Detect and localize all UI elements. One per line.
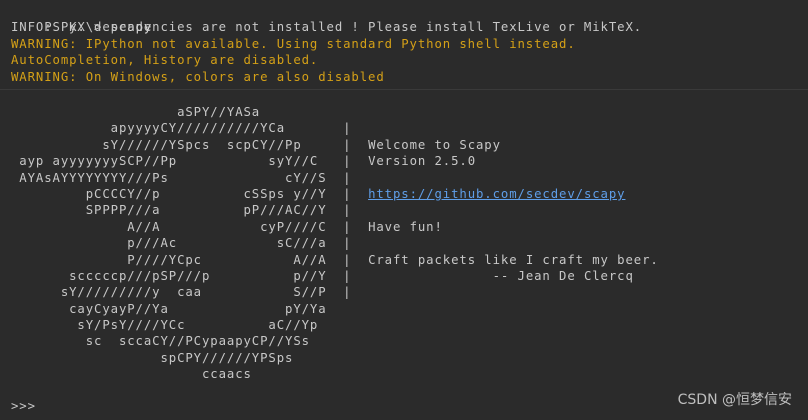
banner-art: sY/////////y caa S//P bbox=[11, 285, 344, 300]
banner-separator: | bbox=[343, 268, 352, 283]
banner-text: Version 2.5.0 bbox=[368, 154, 477, 169]
banner-row: sc sccaCY//PCypaapyCP//YSs bbox=[11, 333, 659, 349]
banner-art: sY/PsY////YCc aC//Yp bbox=[11, 318, 319, 333]
terminal-window[interactable]: PS K:\> scapy INFO: PyX dependencies are… bbox=[0, 0, 808, 420]
banner-text: Have fun! bbox=[368, 219, 443, 234]
divider bbox=[0, 89, 808, 90]
banner-row: A//A cyP////C | Have fun! bbox=[11, 219, 659, 235]
banner-row: apyyyyCY//////////YCa | bbox=[11, 120, 659, 136]
warning-message-autocomplete: AutoCompletion, History are disabled. bbox=[11, 53, 319, 68]
banner-separator: | bbox=[343, 137, 352, 152]
banner-art: sc sccaCY//PCypaapyCP//YSs bbox=[11, 334, 310, 349]
banner-art: p///Ac sC///a bbox=[11, 236, 344, 251]
warning-message-ipython: WARNING: IPython not available. Using st… bbox=[11, 36, 576, 51]
banner-row: sY/PsY////YCc aC//Yp bbox=[11, 317, 659, 333]
warning-message-colors: WARNING: On Windows, colors are also dis… bbox=[11, 69, 385, 84]
banner-row: sY//////YSpcs scpCY//Pp | Welcome to Sca… bbox=[11, 137, 659, 153]
banner-row: SPPPP///a pP///AC//Y | bbox=[11, 202, 659, 218]
scapy-banner: aSPY//YASa apyyyyCY//////////YCa | sY///… bbox=[11, 104, 659, 383]
banner-row: ayp ayyyyyyySCP//Pp syY//C | Version 2.5… bbox=[11, 153, 659, 169]
banner-art: cayCyayP//Ya pY/Ya bbox=[11, 301, 327, 316]
banner-separator: | bbox=[343, 219, 352, 234]
banner-separator: | bbox=[343, 285, 352, 300]
banner-row: cayCyayP//Ya pY/Ya bbox=[11, 301, 659, 317]
banner-art: P////YCpc A//A bbox=[11, 252, 344, 267]
banner-text: Welcome to Scapy bbox=[368, 137, 501, 152]
banner-row: ccaacs bbox=[11, 366, 659, 382]
watermark: CSDN @恒梦信安 bbox=[677, 392, 792, 408]
scapy-github-link[interactable]: https://github.com/secdev/scapy bbox=[368, 187, 625, 201]
banner-row: p///Ac sC///a | bbox=[11, 235, 659, 251]
banner-row: spCPY//////YPSps bbox=[11, 350, 659, 366]
info-message: INFO: PyX dependencies are not installed… bbox=[11, 20, 643, 35]
banner-separator: | bbox=[343, 186, 352, 201]
banner-art: A//A cyP////C bbox=[11, 219, 344, 234]
banner-row: AYAsAYYYYYYYY///Ps cY//S | bbox=[11, 170, 659, 186]
banner-separator: | bbox=[343, 121, 352, 136]
banner-separator: | bbox=[343, 170, 352, 185]
banner-text: -- Jean De Clercq bbox=[368, 268, 634, 283]
banner-separator: | bbox=[343, 252, 352, 267]
banner-art: aSPY//YASa bbox=[11, 105, 261, 119]
banner-art: SPPPP///a pP///AC//Y bbox=[11, 203, 344, 218]
banner-text: Craft packets like I craft my beer. bbox=[368, 252, 659, 267]
banner-art: apyyyyCY//////////YCa bbox=[11, 121, 344, 136]
banner-art: AYAsAYYYYYYYY///Ps cY//S bbox=[11, 170, 344, 185]
banner-art: sY//////YSpcs scpCY//Pp bbox=[11, 137, 344, 152]
banner-row: pCCCCY//p cSSps y//Y | https://github.co… bbox=[11, 186, 659, 202]
banner-row: P////YCpc A//A | Craft packets like I cr… bbox=[11, 252, 659, 268]
banner-art: ayp ayyyyyyySCP//Pp syY//C bbox=[11, 154, 344, 169]
banner-row: aSPY//YASa bbox=[11, 104, 659, 120]
repl-prompt[interactable]: >>> bbox=[11, 398, 44, 414]
banner-art: pCCCCY//p cSSps y//Y bbox=[11, 186, 344, 201]
banner-row: scccccp///pSP///p p//Y | -- Jean De Cler… bbox=[11, 268, 659, 284]
banner-art: scccccp///pSP///p p//Y bbox=[11, 268, 344, 283]
banner-art: ccaacs bbox=[11, 367, 252, 382]
banner-separator: | bbox=[343, 203, 352, 218]
banner-art: spCPY//////YPSps bbox=[11, 350, 294, 365]
banner-separator: | bbox=[343, 154, 352, 169]
banner-separator: | bbox=[343, 236, 352, 251]
banner-row: sY/////////y caa S//P | bbox=[11, 284, 659, 300]
